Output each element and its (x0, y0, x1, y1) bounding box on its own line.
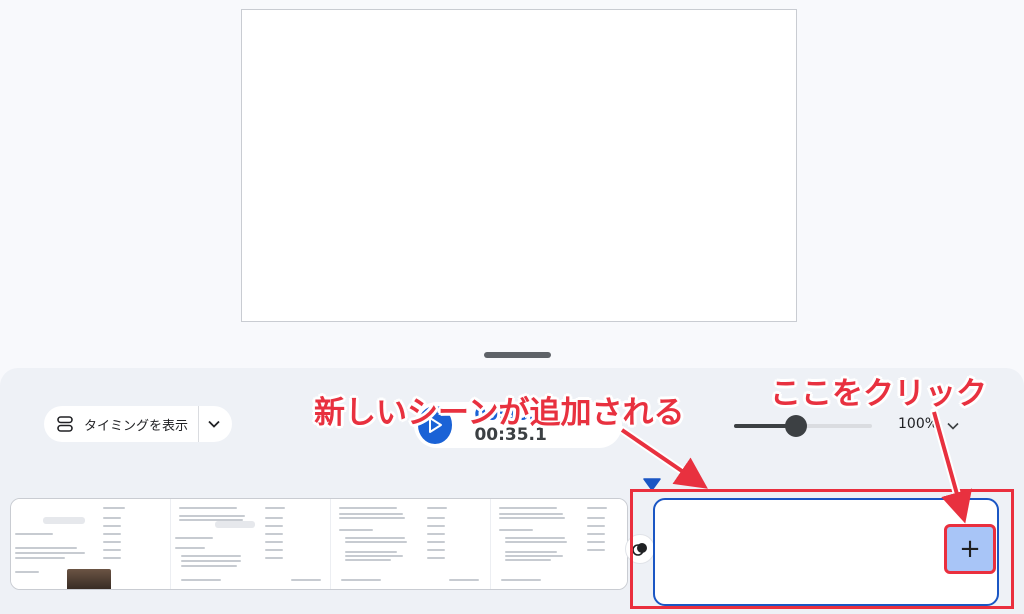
annotation-highlight-box (630, 489, 1014, 609)
show-timing-label: タイミングを表示 (84, 418, 189, 434)
scene-thumbnail (171, 499, 331, 589)
timing-divider (198, 406, 200, 442)
annotation-click-here-text: ここをクリック (770, 376, 987, 412)
presenter-video (67, 569, 111, 589)
timing-icon (57, 416, 73, 432)
scene-thumbnail (331, 499, 491, 589)
show-timing-button[interactable]: タイミングを表示 (44, 406, 232, 442)
scene-thumbnail (11, 499, 171, 589)
chevron-down-icon[interactable] (207, 417, 221, 431)
slide-canvas[interactable] (241, 9, 797, 322)
scene-thumbnail (491, 499, 627, 589)
zoom-slider[interactable] (734, 415, 872, 437)
scene-filmstrip[interactable] (10, 498, 628, 590)
zoom-slider-thumb[interactable] (785, 415, 807, 437)
panel-resize-handle[interactable] (484, 352, 551, 358)
annotation-new-scene-text: 新しいシーンが追加される (314, 395, 685, 431)
zoom-level[interactable]: 100% (898, 416, 938, 432)
chevron-down-icon[interactable] (946, 419, 960, 433)
